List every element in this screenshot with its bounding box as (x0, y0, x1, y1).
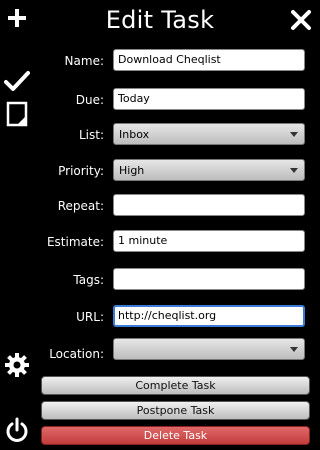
power-icon[interactable] (0, 416, 34, 444)
repeat-field[interactable] (113, 194, 305, 216)
list-select-value: Inbox (119, 128, 150, 141)
repeat-row: Repeat: (0, 194, 320, 220)
estimate-label: Estimate: (46, 235, 104, 249)
delete-task-button[interactable]: Delete Task (41, 426, 310, 445)
due-row: Due: Today (0, 88, 320, 114)
url-row: URL: http://cheqlist.org (0, 305, 320, 331)
name-field[interactable]: Download Cheqlist (113, 49, 305, 71)
chevron-down-icon (290, 168, 298, 173)
list-select[interactable]: Inbox (113, 123, 305, 145)
priority-row: Priority: High (0, 159, 320, 185)
chevron-down-icon (290, 132, 298, 137)
page-title: Edit Task (105, 6, 215, 34)
location-row: Location: (0, 338, 320, 364)
priority-label: Priority: (58, 164, 104, 178)
url-label: URL: (76, 310, 104, 324)
close-icon[interactable] (290, 9, 312, 31)
estimate-field[interactable]: 1 minute (113, 230, 305, 252)
location-select[interactable] (113, 338, 305, 360)
postpone-task-button[interactable]: Postpone Task (41, 401, 310, 420)
priority-select-value: High (119, 164, 145, 177)
chevron-down-icon (290, 347, 298, 352)
location-label: Location: (49, 347, 104, 361)
tags-row: Tags: (0, 268, 320, 294)
name-label: Name: (64, 54, 104, 68)
priority-select[interactable]: High (113, 159, 305, 181)
due-field[interactable]: Today (113, 88, 305, 110)
tags-field[interactable] (113, 268, 305, 290)
complete-task-button[interactable]: Complete Task (41, 376, 310, 395)
tags-label: Tags: (73, 273, 104, 287)
estimate-row: Estimate: 1 minute (0, 230, 320, 256)
list-label: List: (78, 128, 104, 142)
url-field[interactable]: http://cheqlist.org (113, 305, 305, 327)
due-label: Due: (75, 93, 104, 107)
repeat-label: Repeat: (57, 199, 104, 213)
name-row: Name: Download Cheqlist (0, 49, 320, 75)
list-row: List: Inbox (0, 123, 320, 149)
